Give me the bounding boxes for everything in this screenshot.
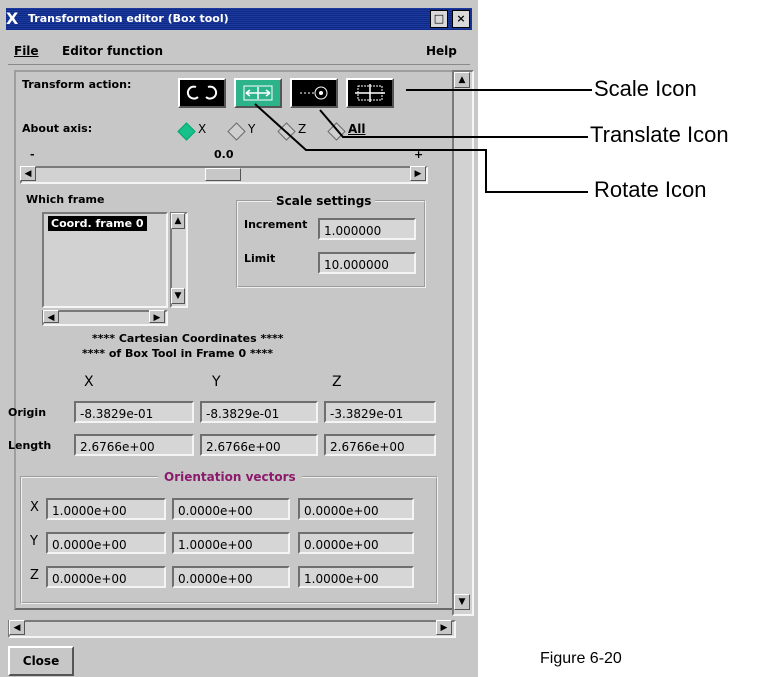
translate-icon-callout: Translate Icon	[590, 122, 729, 147]
callout-lines-svg	[254, 103, 588, 193]
rotate-callout-line	[254, 103, 588, 193]
figure-caption: Figure 6-20	[540, 650, 622, 667]
rotate-icon-callout: Rotate Icon	[594, 177, 707, 202]
translate-callout-line	[319, 109, 588, 138]
